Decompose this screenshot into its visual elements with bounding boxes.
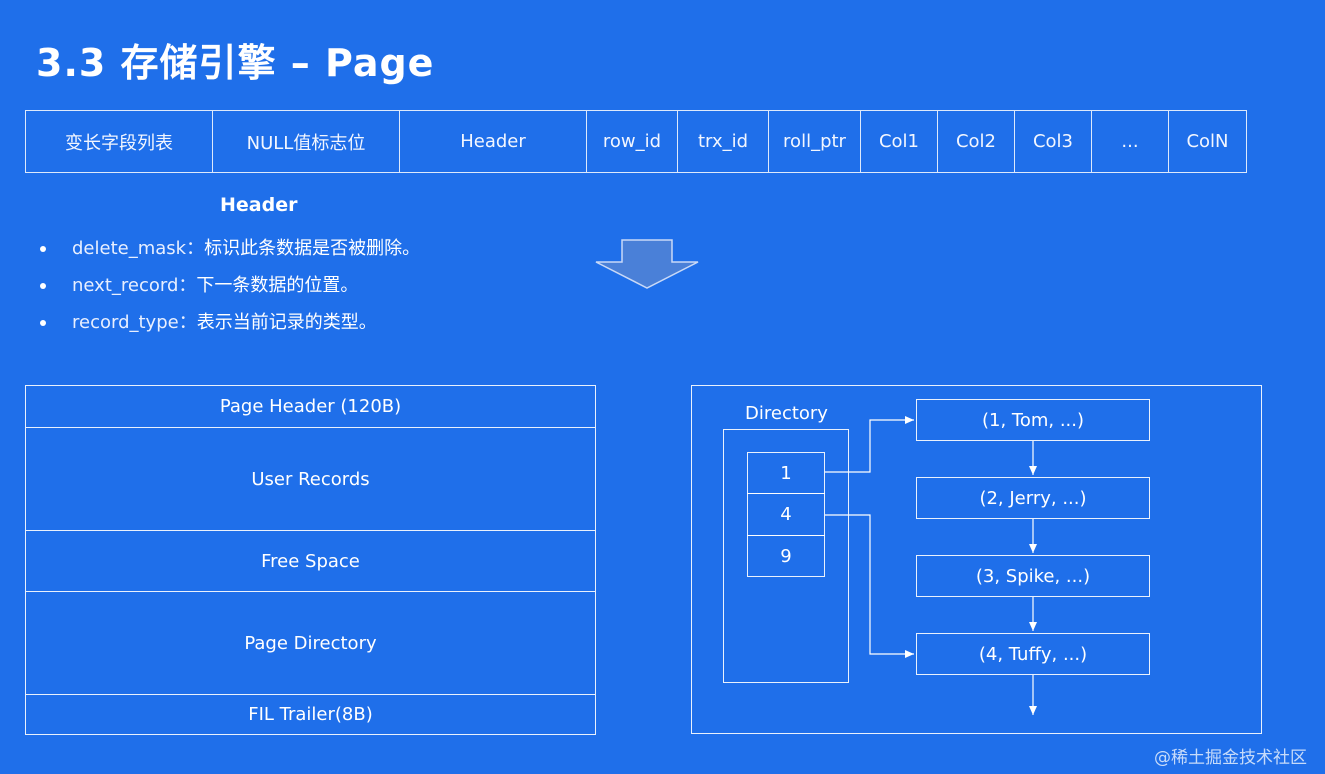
slot-1-pointer [825, 416, 914, 473]
slot-4-pointer [825, 514, 914, 658]
connector-lines [825, 416, 1037, 715]
watermark: @稀土掘金技术社区 [1154, 748, 1307, 768]
